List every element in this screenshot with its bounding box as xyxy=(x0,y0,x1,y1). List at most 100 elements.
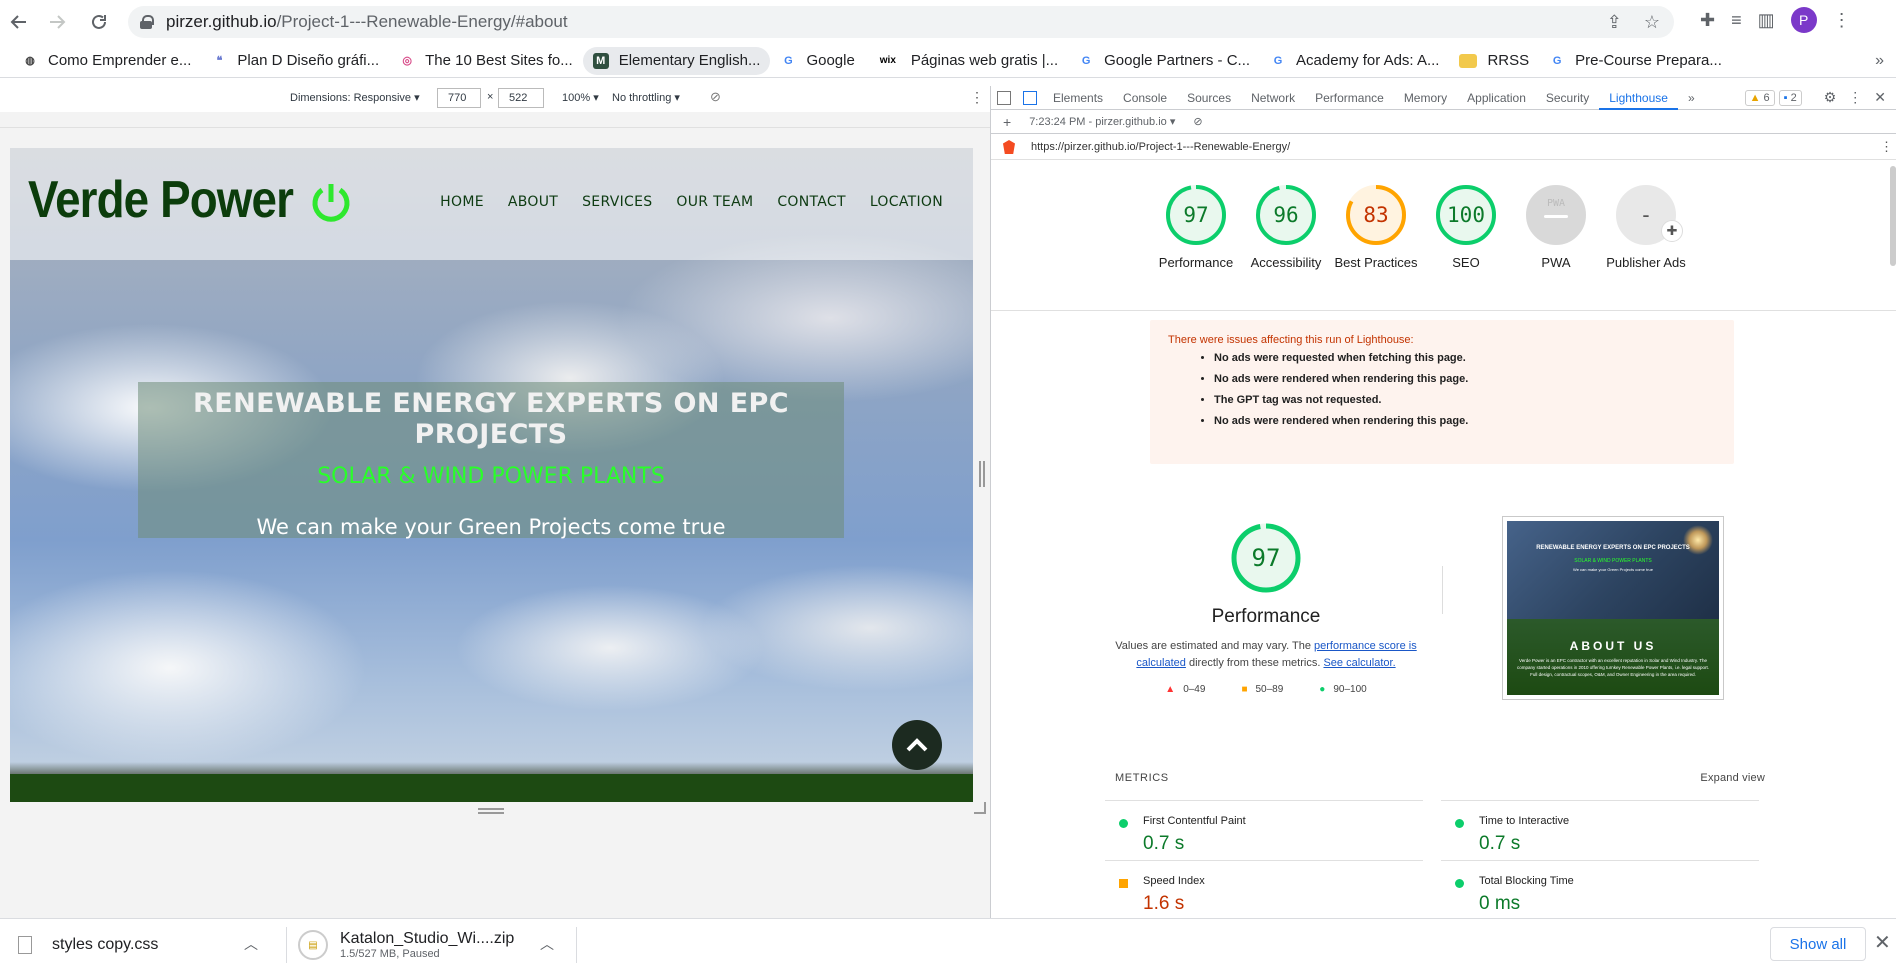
google-icon: G xyxy=(1552,54,1562,67)
m-icon: M xyxy=(592,52,609,69)
download-bar: styles copy.css ︿ ▤ Katalon_Studio_Wi...… xyxy=(0,918,1896,968)
menu-kebab-icon[interactable]: ⋮ xyxy=(1833,10,1851,31)
metric-label: Total Blocking Time xyxy=(1479,875,1574,887)
metric-label: Time to Interactive xyxy=(1479,815,1570,827)
download-info: Katalon_Studio_Wi....zip 1.5/527 MB, Pau… xyxy=(340,930,514,960)
more-bookmarks-icon[interactable]: » xyxy=(1875,52,1884,70)
folder-icon xyxy=(1459,53,1478,68)
forward-icon[interactable] xyxy=(42,7,72,37)
download-filename: styles copy.css xyxy=(52,936,159,953)
emprender-icon: ◍ xyxy=(25,55,35,67)
hero-box: RENEWABLE ENERGY EXPERTS ON EPC PROJECTS… xyxy=(138,382,844,539)
google-icon: G xyxy=(784,54,793,67)
bookmark-item[interactable]: G Academy for Ads: A... xyxy=(1260,47,1449,75)
bookmark-label: Google Partners - C... xyxy=(1104,52,1251,69)
browser-toolbar: pirzer.github.io/Project-1---Renewable-E… xyxy=(0,0,1896,44)
show-all-button[interactable]: Show all xyxy=(1770,927,1866,961)
resize-handle-corner[interactable] xyxy=(974,802,986,814)
bookmark-item[interactable]: wix Páginas web gratis |... xyxy=(865,47,1068,75)
circle-icon xyxy=(1455,819,1464,828)
metric-label: Speed Index xyxy=(1143,875,1205,887)
metric-first-contentful-paint: First Contentful Paint 0.7 s xyxy=(1105,800,1423,860)
bookmark-label: Elementary English... xyxy=(618,52,761,69)
bookmark-item[interactable]: G Google xyxy=(770,47,864,75)
download-status: 1.5/527 MB, Paused xyxy=(340,948,440,960)
nav-home[interactable]: HOME xyxy=(440,194,484,210)
bookmark-item[interactable]: G Pre-Course Prepara... xyxy=(1539,47,1732,75)
swirl-icon: ◎ xyxy=(402,55,412,67)
site-logo[interactable]: Verde Power xyxy=(28,170,294,230)
download-item[interactable]: ▤ Katalon_Studio_Wi....zip 1.5/527 MB, P… xyxy=(298,927,568,963)
download-separator xyxy=(286,927,287,963)
hero-title: RENEWABLE ENERGY EXPERTS ON EPC PROJECTS xyxy=(193,388,789,450)
devtools-panel: Elements Console Sources Network Perform… xyxy=(990,86,1896,918)
resize-handle-right[interactable] xyxy=(979,461,985,487)
site-header: Verde Power HOME ABOUT SERVICES OUR TEAM… xyxy=(10,148,973,260)
rotate-icon[interactable]: ⊘ xyxy=(710,89,721,105)
back-icon[interactable] xyxy=(4,7,34,37)
side-panel-icon[interactable]: ▥ xyxy=(1758,10,1775,31)
bookmark-item[interactable]: RRSS xyxy=(1449,47,1539,75)
bookmarks-bar: ◍ Como Emprender e... ❝ Plan D Diseño gráfi… xyxy=(0,44,1896,78)
bookmark-label: Google xyxy=(806,52,855,69)
circle-icon xyxy=(1119,819,1128,828)
zoom-select[interactable]: 100% ▾ xyxy=(562,91,599,104)
bookmark-star-icon[interactable]: ☆ xyxy=(1644,12,1660,33)
metric-total-blocking-time: Total Blocking Time 0 ms xyxy=(1441,860,1759,918)
quote-icon: ❝ xyxy=(216,55,223,67)
bookmark-label: The 10 Best Sites fo... xyxy=(425,52,573,69)
wix-icon: wix xyxy=(879,55,896,66)
bookmark-item[interactable]: ◎ The 10 Best Sites fo... xyxy=(389,47,583,75)
grass-strip xyxy=(10,774,973,802)
metric-speed-index: Speed Index 1.6 s xyxy=(1105,860,1423,918)
scroll-top-button[interactable] xyxy=(892,720,942,770)
address-bar[interactable]: pirzer.github.io/Project-1---Renewable-E… xyxy=(128,6,1674,38)
nav-our-team[interactable]: OUR TEAM xyxy=(676,194,753,210)
throttling-select[interactable]: No throttling ▾ xyxy=(612,91,680,104)
device-toolbar: Dimensions: Responsive ▾ 770 × 522 100% … xyxy=(0,86,990,110)
dimension-times: × xyxy=(487,91,494,103)
nav-about[interactable]: ABOUT xyxy=(508,194,558,210)
chevron-up-icon[interactable]: ︿ xyxy=(540,934,554,954)
hero-subtitle: SOLAR & WIND POWER PLANTS xyxy=(317,464,665,489)
power-icon xyxy=(312,184,350,222)
zip-file-icon: ▤ xyxy=(298,930,328,960)
chevron-up-icon[interactable]: ︿ xyxy=(244,934,258,954)
close-icon[interactable]: ✕ xyxy=(1874,930,1891,955)
bookmark-item[interactable]: ❝ Plan D Diseño gráfi... xyxy=(201,47,389,75)
metric-value: 1.6 s xyxy=(1143,893,1185,914)
device-menu-icon[interactable]: ⋮ xyxy=(970,89,984,106)
reload-icon[interactable] xyxy=(84,7,114,37)
width-input[interactable]: 770 xyxy=(437,88,481,108)
share-icon[interactable]: ⇪ xyxy=(1607,12,1622,33)
extensions-icon[interactable]: ✚ xyxy=(1700,10,1715,31)
lock-icon xyxy=(140,15,154,29)
reading-list-icon[interactable]: ≡ xyxy=(1731,10,1742,31)
circle-icon xyxy=(1455,879,1464,888)
bookmark-item[interactable]: ◍ Como Emprender e... xyxy=(12,47,201,75)
resize-handle-bottom[interactable] xyxy=(478,808,504,814)
bookmark-label: RRSS xyxy=(1487,52,1530,69)
chevron-up-icon xyxy=(906,738,928,752)
google-icon: G xyxy=(1273,54,1283,67)
google-icon: G xyxy=(1081,54,1091,67)
bookmark-item[interactable]: M Elementary English... xyxy=(582,46,771,75)
bookmark-label: Plan D Diseño gráfi... xyxy=(237,52,380,69)
nav-contact[interactable]: CONTACT xyxy=(777,194,846,210)
metric-label: First Contentful Paint xyxy=(1143,815,1246,827)
metrics-grid: First Contentful Paint 0.7 s Time to Inter… xyxy=(991,86,1896,918)
download-item[interactable]: styles copy.css ︿ xyxy=(18,927,280,963)
height-input[interactable]: 522 xyxy=(498,88,544,108)
hero-tagline: We can make your Green Projects come tru… xyxy=(256,515,726,539)
nav-location[interactable]: LOCATION xyxy=(870,194,943,210)
dimensions-select[interactable]: Dimensions: Responsive ▾ xyxy=(290,91,420,104)
file-icon xyxy=(18,936,32,954)
profile-avatar[interactable]: P xyxy=(1790,7,1817,33)
download-filename: Katalon_Studio_Wi....zip xyxy=(340,930,515,947)
bookmark-label: Como Emprender e... xyxy=(48,52,192,69)
metric-value: 0 ms xyxy=(1479,893,1521,914)
bookmark-label: Páginas web gratis |... xyxy=(910,52,1059,69)
bookmark-item[interactable]: G Google Partners - C... xyxy=(1068,47,1260,75)
nav-services[interactable]: SERVICES xyxy=(582,194,652,210)
bookmark-label: Pre-Course Prepara... xyxy=(1575,52,1722,69)
